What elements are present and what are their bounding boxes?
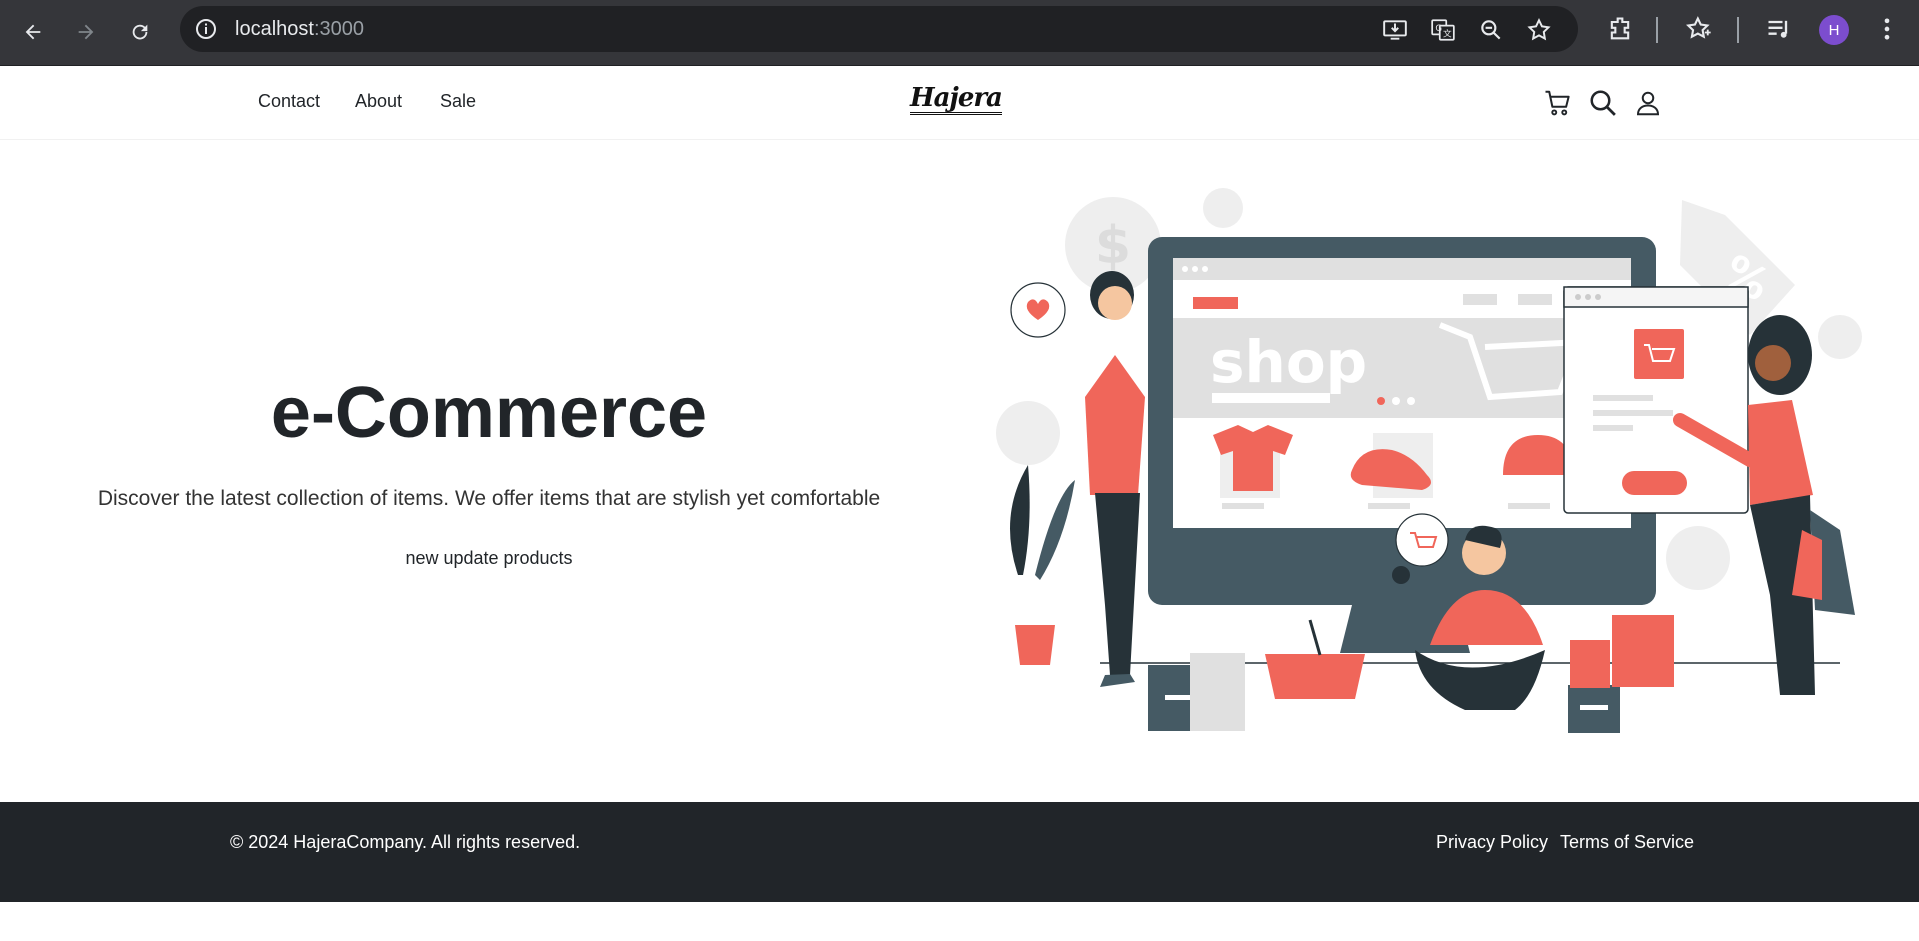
reload-icon[interactable]: [122, 14, 158, 50]
media-icon[interactable]: [1765, 15, 1793, 43]
gift-bag: [1612, 615, 1674, 687]
svg-text:G: G: [1435, 24, 1442, 34]
install-app-icon[interactable]: [1382, 17, 1408, 43]
forward-icon[interactable]: [68, 14, 104, 50]
url-text[interactable]: localhost:3000: [235, 18, 364, 41]
coin-decoration: [1818, 315, 1862, 359]
back-icon[interactable]: [15, 14, 51, 50]
coin-decoration: [1203, 188, 1243, 228]
site-header: Contact About Sale Hajera: [0, 66, 1919, 140]
shop-illustration: $ % shop: [996, 188, 1862, 733]
bookmarks-icon[interactable]: [1685, 15, 1713, 43]
menu-icon[interactable]: [1873, 15, 1901, 43]
toolbar-divider: [1737, 17, 1739, 43]
nav-about[interactable]: About: [355, 91, 402, 112]
search-icon[interactable]: [1588, 88, 1618, 118]
nav-contact[interactable]: Contact: [258, 91, 320, 112]
address-bar[interactable]: localhost:3000 G 文: [180, 6, 1578, 52]
nav-sale[interactable]: Sale: [440, 91, 476, 112]
zoom-icon[interactable]: [1478, 17, 1504, 43]
svg-text:文: 文: [1443, 28, 1452, 40]
svg-text:$: $: [1095, 216, 1131, 276]
hero-title: e-Commerce: [270, 373, 708, 453]
woman-right-shirt: [1748, 400, 1813, 505]
plant-pot: [1015, 625, 1055, 665]
terms-of-service-link[interactable]: Terms of Service: [1560, 832, 1694, 853]
bookmark-star-icon[interactable]: [1526, 17, 1552, 43]
shop-banner-text: shop: [1210, 328, 1367, 396]
copyright-text: © 2024 HajeraCompany. All rights reserve…: [230, 832, 581, 852]
extensions-icon[interactable]: [1606, 15, 1634, 43]
coin-decoration: [1666, 526, 1730, 590]
new-update-products-button[interactable]: new update products: [380, 541, 598, 575]
site-footer: © 2024 HajeraCompany. All rights reserve…: [0, 802, 1919, 902]
browser-toolbar: localhost:3000 G 文 H: [0, 0, 1919, 66]
woman-shirt: [1085, 355, 1145, 495]
cart-icon[interactable]: [1543, 88, 1573, 118]
shopping-basket: [1265, 654, 1365, 699]
hero-subtitle: Discover the latest collection of items.…: [97, 487, 881, 510]
cart-bubble: [1395, 513, 1449, 567]
site-info-icon[interactable]: [194, 17, 218, 41]
coin-decoration: [996, 401, 1060, 465]
brand-logo[interactable]: Hajera: [910, 84, 1003, 115]
translate-icon[interactable]: G 文: [1430, 17, 1456, 43]
toolbar-divider: [1656, 17, 1658, 43]
user-icon[interactable]: [1633, 88, 1663, 118]
profile-avatar[interactable]: H: [1819, 15, 1849, 45]
privacy-policy-link[interactable]: Privacy Policy: [1436, 832, 1548, 853]
